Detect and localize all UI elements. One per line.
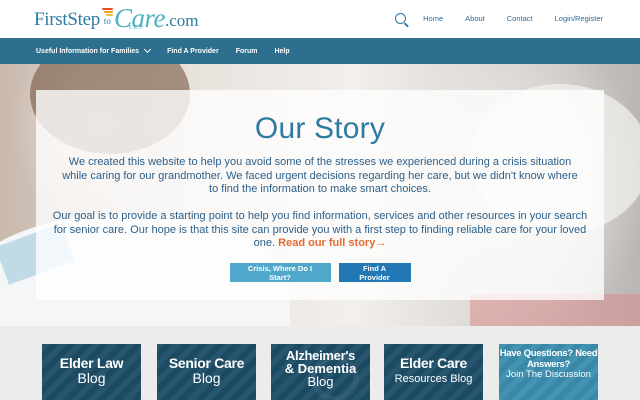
blog-tiles: Elder Law Blog Senior Care Blog Alzheime… — [0, 326, 640, 400]
page-title: Our Story — [254, 112, 386, 145]
tile-senior-care-blog[interactable]: Senior Care Blog — [157, 344, 256, 400]
tile-title: Elder Law — [59, 355, 124, 371]
tile-title: Have Questions? Need Answers? — [499, 348, 598, 370]
main-navigation: Useful Information for Families Find A P… — [0, 38, 640, 64]
menu-useful-information-label: Useful Information for Families — [36, 47, 140, 55]
chevron-down-icon — [144, 45, 152, 54]
menu-help[interactable]: Help — [274, 48, 289, 55]
menu-useful-information[interactable]: Useful Information for Families — [36, 45, 152, 55]
tile-title: Elder Care — [399, 355, 468, 371]
nav-about[interactable]: About — [465, 14, 485, 23]
logo-to-mark: to — [101, 5, 113, 26]
tile-subtitle: Blog — [77, 370, 106, 386]
tile-alzheimers-dementia-blog[interactable]: Alzheimer's & Dementia Blog — [271, 344, 370, 400]
tile-subtitle: Join The Discussion — [506, 369, 591, 380]
tile-subtitle: Blog — [307, 374, 334, 389]
logo-com: .com — [164, 11, 199, 30]
logo-firststep: FirstStep — [34, 9, 100, 30]
site-header: FirstStep to Care .com LLC Home About Co… — [0, 0, 640, 38]
tile-title: Senior Care — [168, 355, 245, 371]
story-paragraph-1: We created this website to help you avoi… — [62, 156, 578, 195]
our-story-panel: Our Story We created this website to hel… — [36, 90, 604, 300]
tile-join-discussion[interactable]: Have Questions? Need Answers? Join The D… — [499, 344, 598, 400]
tile-elder-care-resources-blog[interactable]: Elder Care Resources Blog — [384, 344, 483, 400]
nav-contact[interactable]: Contact — [507, 14, 533, 23]
nav-login-register[interactable]: Login/Register — [555, 14, 603, 23]
hero-banner: Our Story We created this website to hel… — [0, 64, 640, 326]
tile-subtitle: Blog — [192, 370, 221, 386]
crisis-start-button[interactable]: Crisis, Where Do I Start? — [229, 263, 331, 282]
hero-buttons: Crisis, Where Do I Start? Find A Provide… — [36, 263, 604, 282]
story-paragraph-2: Our goal is to provide a starting point … — [50, 210, 590, 251]
tile-subtitle: Resources Blog — [394, 373, 473, 385]
menu-find-provider[interactable]: Find A Provider — [167, 48, 219, 55]
logo-to: to — [103, 16, 111, 26]
read-full-story-link[interactable]: Read our full story→ — [278, 237, 386, 249]
menu-forum[interactable]: Forum — [236, 48, 258, 55]
site-logo[interactable]: FirstStep to Care .com — [34, 5, 198, 35]
step-bars-icon — [101, 8, 113, 16]
find-provider-button[interactable]: Find A Provider — [338, 263, 411, 282]
top-navigation: Home About Contact Login/Register — [395, 13, 603, 24]
logo-llc: LLC — [129, 25, 144, 31]
search-icon[interactable] — [395, 13, 407, 24]
nav-home[interactable]: Home — [423, 14, 443, 23]
tile-elder-law-blog[interactable]: Elder Law Blog — [42, 344, 141, 400]
